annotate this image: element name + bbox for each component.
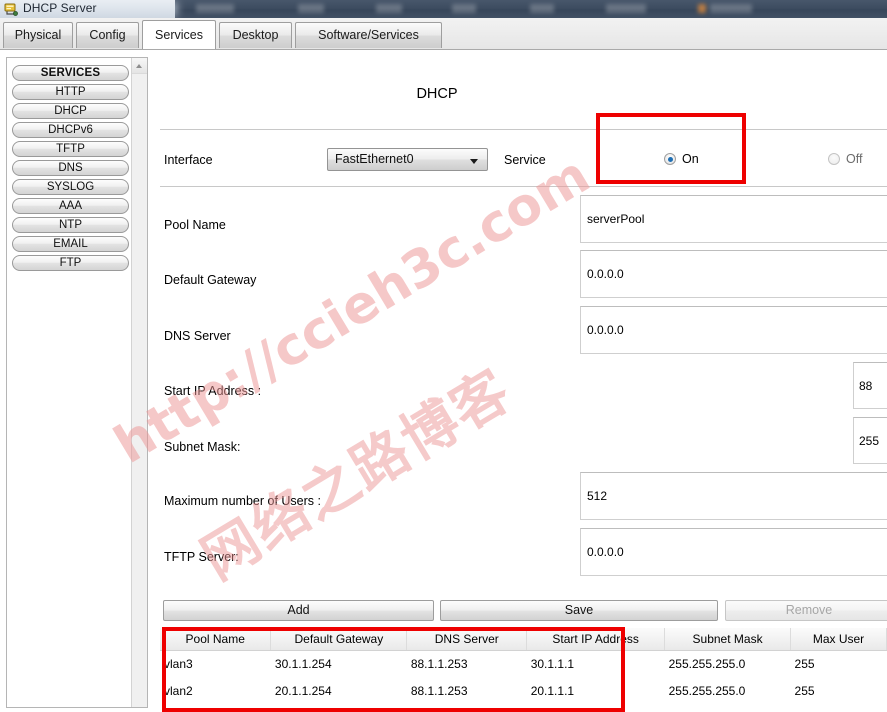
- ghost-label-8: [710, 4, 752, 13]
- cell-pool-name: vlan3: [160, 650, 271, 677]
- radio-off-icon: [828, 153, 840, 165]
- tftp-server-label: TFTP Server:: [164, 550, 239, 564]
- column-header-max-user[interactable]: Max User: [790, 628, 887, 651]
- tab-software-services[interactable]: Software/Services: [295, 22, 442, 48]
- sidebar-item-email[interactable]: EMAIL: [12, 236, 129, 252]
- interface-select-value: FastEthernet0: [335, 152, 414, 166]
- page-title: DHCP: [416, 86, 458, 102]
- server-icon: [4, 2, 19, 16]
- ghost-label-4: [452, 4, 476, 13]
- ghost-label-1: [196, 4, 234, 13]
- cell-subnet-mask: 255.255.255.0: [664, 677, 791, 704]
- default-gateway-label: Default Gateway: [164, 273, 257, 287]
- sidebar-scrollbar[interactable]: [131, 58, 147, 707]
- add-button[interactable]: Add: [163, 600, 434, 621]
- ghost-label-3: [376, 4, 402, 13]
- cell-default-gateway: 20.1.1.254: [270, 677, 407, 704]
- sidebar-item-dhcp[interactable]: DHCP: [12, 103, 129, 119]
- divider-bottom: [160, 186, 887, 187]
- ghost-label-2: [298, 4, 324, 13]
- sidebar-item-services: SERVICES: [12, 65, 129, 81]
- cell-max-user: 255: [790, 677, 887, 704]
- window-title-text: DHCP Server: [23, 1, 97, 15]
- max-users-label: Maximum number of Users :: [164, 494, 321, 508]
- cell-default-gateway: 30.1.1.254: [270, 650, 407, 677]
- tab-strip: Physical Config Services Desktop Softwar…: [0, 18, 887, 50]
- sidebar-item-ftp[interactable]: FTP: [12, 255, 129, 271]
- tab-services[interactable]: Services: [142, 20, 216, 49]
- tab-desktop[interactable]: Desktop: [219, 22, 292, 48]
- sidebar-item-http[interactable]: HTTP: [12, 84, 129, 100]
- cell-start-ip-address: 30.1.1.1: [526, 650, 665, 677]
- dns-server-label: DNS Server: [164, 329, 231, 343]
- sidebar-item-syslog[interactable]: SYSLOG: [12, 179, 129, 195]
- services-list: SERVICES HTTP DHCP DHCPv6 TFTP DNS SYSLO…: [7, 58, 134, 707]
- ghost-label-7: [698, 4, 706, 13]
- column-header-pool-name[interactable]: Pool Name: [160, 628, 272, 651]
- window-title-area: DHCP Server: [0, 0, 175, 18]
- pool-name-input[interactable]: serverPool: [580, 195, 887, 243]
- subnet-mask-label: Subnet Mask:: [164, 440, 241, 454]
- cell-dns-server: 88.1.1.253: [406, 677, 527, 704]
- radio-on-icon: [664, 153, 676, 165]
- sidebar-item-aaa[interactable]: AAA: [12, 198, 129, 214]
- tab-config[interactable]: Config: [76, 22, 139, 48]
- default-gateway-input[interactable]: 0.0.0.0: [580, 250, 887, 298]
- chevron-down-icon: [470, 159, 478, 164]
- cell-subnet-mask: 255.255.255.0: [664, 650, 791, 677]
- dns-server-input[interactable]: 0.0.0.0: [580, 306, 887, 354]
- save-button[interactable]: Save: [440, 600, 718, 621]
- service-label: Service: [504, 153, 546, 167]
- dhcp-settings-panel: DHCP Interface FastEthernet0 Service On …: [149, 50, 887, 712]
- sidebar-item-tftp[interactable]: TFTP: [12, 141, 129, 157]
- column-header-dns-server[interactable]: DNS Server: [406, 628, 528, 651]
- cell-dns-server: 88.1.1.253: [406, 650, 527, 677]
- window-title-bar: DHCP Server: [0, 0, 887, 18]
- remove-button: Remove: [725, 600, 887, 621]
- cell-max-user: 255: [790, 650, 887, 677]
- cell-pool-name: vlan2: [160, 677, 271, 704]
- scroll-up-icon[interactable]: [132, 58, 147, 74]
- sidebar-item-ntp[interactable]: NTP: [12, 217, 129, 233]
- table-row[interactable]: vlan3 30.1.1.254 88.1.1.253 30.1.1.1 255…: [160, 650, 887, 677]
- interface-label: Interface: [164, 153, 213, 167]
- services-sidebar: SERVICES HTTP DHCP DHCPv6 TFTP DNS SYSLO…: [6, 57, 148, 708]
- ghost-label-6: [606, 4, 646, 13]
- start-ip-address-label: Start IP Address :: [164, 384, 262, 398]
- service-off-radio[interactable]: Off: [828, 152, 862, 166]
- column-header-subnet-mask[interactable]: Subnet Mask: [664, 628, 792, 651]
- subnet-mask-input[interactable]: 255: [853, 417, 887, 464]
- ghost-label-5: [530, 4, 554, 13]
- service-off-label: Off: [846, 152, 863, 166]
- tftp-server-input[interactable]: 0.0.0.0: [580, 528, 887, 576]
- start-ip-address-input[interactable]: 88: [853, 362, 887, 409]
- column-header-start-ip-address[interactable]: Start IP Address: [526, 628, 666, 651]
- table-header-row: Pool Name Default Gateway DNS Server Sta…: [160, 628, 887, 651]
- column-header-default-gateway[interactable]: Default Gateway: [270, 628, 408, 651]
- divider-top: [160, 129, 887, 130]
- service-on-label: On: [682, 152, 699, 166]
- sidebar-item-dns[interactable]: DNS: [12, 160, 129, 176]
- service-on-radio[interactable]: On: [664, 152, 699, 166]
- dhcp-pool-table: Pool Name Default Gateway DNS Server Sta…: [160, 628, 887, 704]
- table-row[interactable]: vlan2 20.1.1.254 88.1.1.253 20.1.1.1 255…: [160, 677, 887, 704]
- max-users-input[interactable]: 512: [580, 472, 887, 520]
- tab-physical[interactable]: Physical: [3, 22, 73, 48]
- interface-select[interactable]: FastEthernet0: [327, 148, 488, 171]
- cell-start-ip-address: 20.1.1.1: [526, 677, 665, 704]
- sidebar-item-dhcpv6[interactable]: DHCPv6: [12, 122, 129, 138]
- pool-name-label: Pool Name: [164, 218, 226, 232]
